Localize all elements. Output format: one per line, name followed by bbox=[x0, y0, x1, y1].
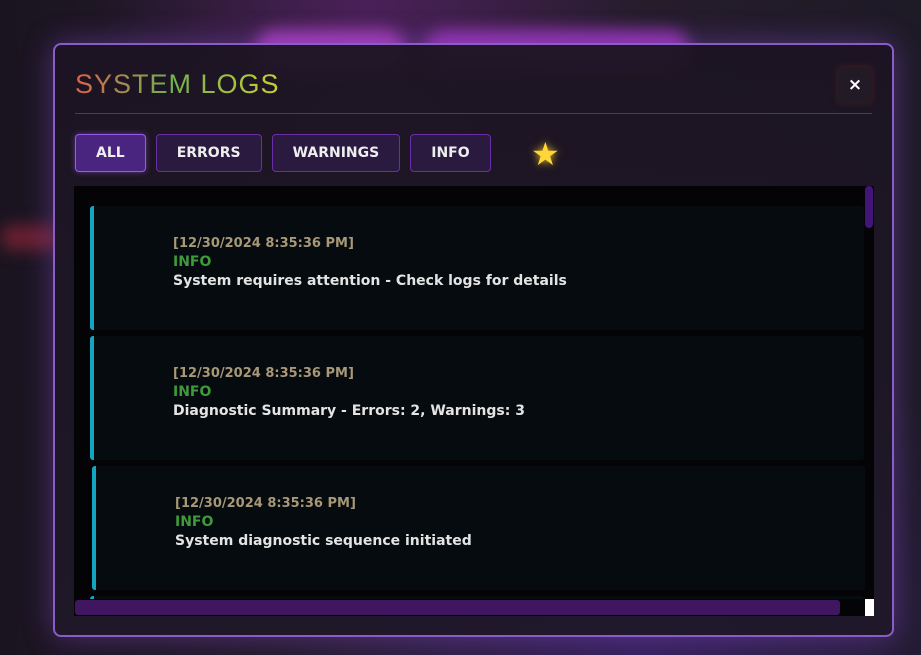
scrollbar-corner bbox=[865, 599, 874, 616]
close-icon: × bbox=[847, 75, 863, 95]
vertical-scrollbar[interactable] bbox=[865, 186, 874, 616]
log-entry: [12/30/2024 8:35:36 PM] INFO Diagnostic … bbox=[90, 336, 864, 460]
log-entry: [12/30/2024 8:35:36 PM] INFO System requ… bbox=[90, 206, 864, 330]
filter-info-button[interactable]: INFO bbox=[410, 134, 491, 172]
system-logs-modal: SYSTEM LOGS × ALL ERRORS WARNINGS INFO ★… bbox=[53, 43, 894, 637]
log-entry: [12/30/2024 8:35:36 PM] INFO System diag… bbox=[92, 466, 866, 590]
log-timestamp: [12/30/2024 8:35:36 PM] bbox=[173, 366, 354, 381]
filter-errors-button[interactable]: ERRORS bbox=[155, 134, 262, 172]
log-message: System requires attention - Check logs f… bbox=[173, 273, 567, 289]
log-level: INFO bbox=[173, 254, 212, 270]
filter-warnings-button[interactable]: WARNINGS bbox=[271, 134, 401, 172]
close-button[interactable]: × bbox=[838, 67, 872, 103]
log-level: INFO bbox=[175, 514, 214, 530]
background-glow bbox=[0, 225, 60, 250]
star-icon: ★ bbox=[531, 135, 560, 173]
filter-all-button[interactable]: ALL bbox=[75, 134, 146, 172]
modal-title: SYSTEM LOGS bbox=[75, 69, 280, 99]
horizontal-scrollbar[interactable] bbox=[74, 599, 865, 616]
filter-bar: ALL ERRORS WARNINGS INFO bbox=[75, 134, 491, 172]
log-level: INFO bbox=[173, 384, 212, 400]
vertical-scrollbar-thumb[interactable] bbox=[865, 186, 873, 228]
horizontal-scrollbar-thumb[interactable] bbox=[75, 600, 840, 615]
log-message: Diagnostic Summary - Errors: 2, Warnings… bbox=[173, 403, 525, 419]
log-timestamp: [12/30/2024 8:35:36 PM] bbox=[173, 236, 354, 251]
divider bbox=[75, 113, 872, 114]
log-timestamp: [12/30/2024 8:35:36 PM] bbox=[175, 496, 356, 511]
log-message: System diagnostic sequence initiated bbox=[175, 533, 472, 549]
log-list[interactable]: [12/30/2024 8:35:36 PM] INFO System requ… bbox=[74, 186, 874, 616]
